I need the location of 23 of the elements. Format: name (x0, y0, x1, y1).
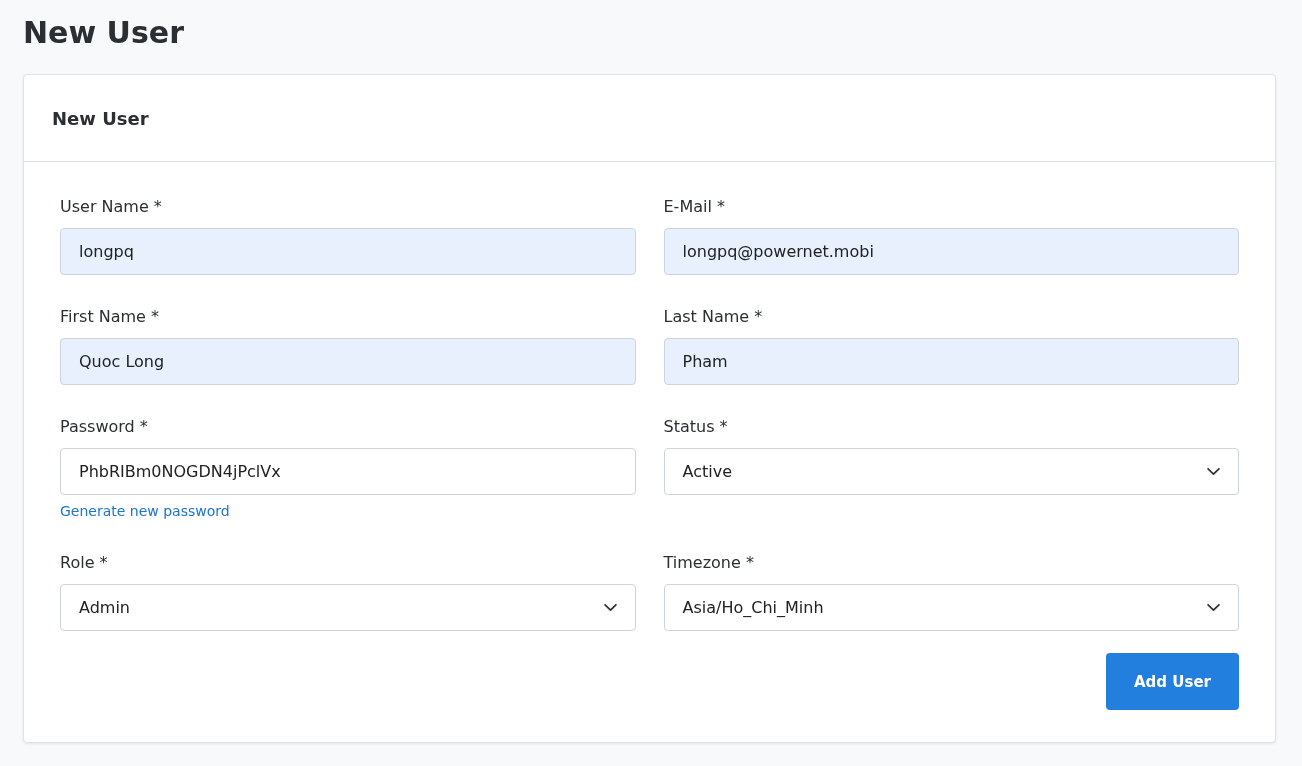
field-label: Role * (60, 552, 109, 574)
text-field[interactable]: Pham (663, 338, 1239, 385)
text-field[interactable]: Quoc Long (60, 338, 636, 385)
chevron-down-icon (1207, 603, 1220, 612)
text-field[interactable]: longpq@powernet.mobi (663, 228, 1239, 275)
field-label: Status * (663, 416, 729, 438)
select-field[interactable]: Active (663, 448, 1239, 495)
card-title: New User (52, 107, 149, 129)
generate-password-link[interactable]: Generate new password (60, 501, 230, 521)
field-label: Last Name * (663, 306, 764, 328)
field-label: E-Mail * (663, 196, 726, 218)
page-title: New User (23, 14, 185, 52)
select-field[interactable]: Admin (60, 584, 636, 631)
add-user-button[interactable]: Add User (1106, 653, 1239, 710)
select-field[interactable]: Asia/Ho_Chi_Minh (663, 584, 1239, 631)
field-label: Timezone * (663, 552, 755, 574)
field-label: First Name * (60, 306, 161, 328)
chevron-down-icon (1207, 467, 1220, 476)
text-field[interactable]: PhbRIBm0NOGDN4jPclVx (60, 448, 636, 495)
field-label: User Name * (60, 196, 163, 218)
field-label: Password * (60, 416, 149, 438)
chevron-down-icon (603, 603, 617, 612)
text-field[interactable]: longpq (60, 228, 636, 275)
